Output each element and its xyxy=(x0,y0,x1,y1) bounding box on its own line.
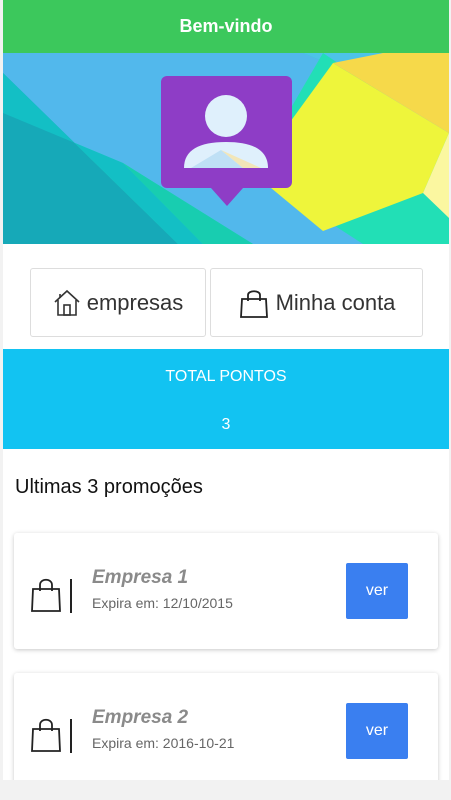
total-points-panel: TOTAL PONTOS 3 xyxy=(3,349,449,449)
promotions-title: Ultimas 3 promoções xyxy=(15,476,203,498)
companies-label: empresas xyxy=(86,289,184,315)
promotion-card: Empresa 1 Expira em: 12/10/2015 ver xyxy=(14,533,438,649)
profile-banner xyxy=(3,53,449,244)
my-account-label: Minha conta xyxy=(275,289,396,315)
shopping-bag-icon xyxy=(31,718,72,753)
total-points-value: 3 xyxy=(221,416,231,433)
total-points-title: TOTAL PONTOS xyxy=(165,368,287,385)
promotion-company: Empresa 2 xyxy=(92,707,189,728)
view-promotion-button[interactable]: ver xyxy=(346,563,408,619)
avatar[interactable] xyxy=(161,76,292,206)
header-bar: Bem-vindo xyxy=(3,0,449,53)
app-screen: Bem-vindo empresas Minha conta TOTAL PON… xyxy=(3,0,449,780)
promotion-company: Empresa 1 xyxy=(92,567,189,588)
navigation-row: empresas Minha conta xyxy=(3,268,449,338)
shopping-bag-icon xyxy=(31,578,72,613)
promotion-card: Empresa 2 Expira em: 2016-10-21 ver xyxy=(14,673,438,780)
view-promotion-button[interactable]: ver xyxy=(346,703,408,759)
page-title: Bem-vindo xyxy=(179,16,273,36)
promotion-expiry: Expira em: 2016-10-21 xyxy=(92,735,235,751)
avatar-pointer xyxy=(211,188,243,206)
my-account-button[interactable]: Minha conta xyxy=(210,268,423,337)
user-avatar-icon xyxy=(184,95,268,168)
promotion-expiry: Expira em: 12/10/2015 xyxy=(92,595,233,611)
home-icon xyxy=(54,289,80,316)
companies-button[interactable]: empresas xyxy=(30,268,206,337)
shopping-bag-icon xyxy=(239,289,268,318)
